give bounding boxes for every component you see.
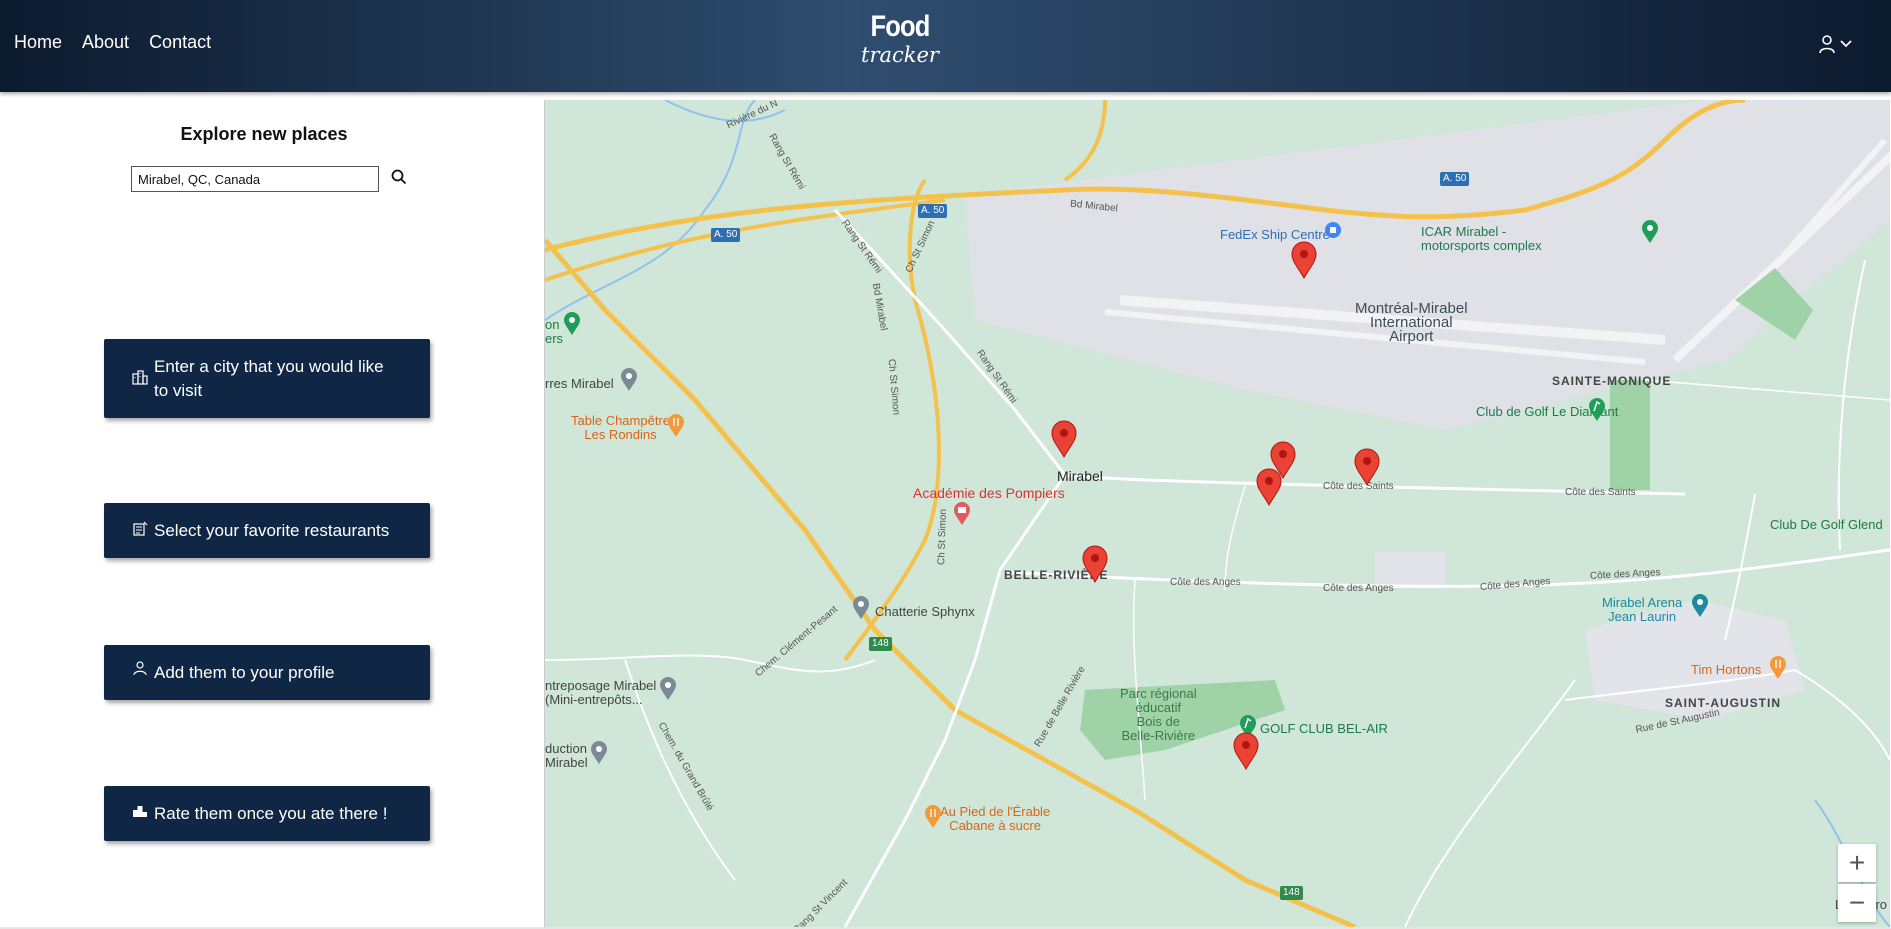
map-label-production[interactable]: duction Mirabel xyxy=(545,742,588,770)
map-shield-148: 148 xyxy=(869,637,892,651)
map-label-cote-anges-2: Côte des Anges xyxy=(1323,583,1394,594)
explore-title: Explore new places xyxy=(180,124,348,144)
brand-tracker-text: tracker xyxy=(861,43,939,67)
map-label-cote-anges: Côte des Anges xyxy=(1170,577,1241,588)
map-base xyxy=(545,100,1890,927)
step-add-profile-label: Add them to your profile xyxy=(154,662,335,682)
map-label-cote-saints-2: Côte des Saints xyxy=(1565,487,1636,498)
step-select-restaurants-label: Select your favorite restaurants xyxy=(154,520,390,540)
entreposage-pin-icon[interactable] xyxy=(659,677,677,701)
tim-hortons-pin-icon[interactable] xyxy=(1769,656,1787,680)
user-icon xyxy=(133,661,147,676)
map-label-fedex[interactable]: FedEx Ship Centre xyxy=(1220,228,1330,242)
restaurant-marker-icon[interactable] xyxy=(1051,420,1077,458)
user-menu-button[interactable] xyxy=(1818,34,1853,54)
map-label-airport[interactable]: Montréal-Mirabel International Airport xyxy=(1355,301,1468,344)
map-label-parc[interactable]: Parc régional éducatif Bois de Belle-Riv… xyxy=(1120,687,1197,743)
map-label-au-pied[interactable]: Au Pied de l'Érable Cabane à sucre xyxy=(940,805,1050,833)
icar-pin-icon[interactable] xyxy=(1641,220,1659,244)
map-label-saint-augustin: SAINT-AUGUSTIN xyxy=(1665,696,1781,710)
chevron-down-icon xyxy=(1840,40,1852,48)
brand-logo[interactable]: Food tracker xyxy=(840,10,960,66)
city-search-input[interactable] xyxy=(131,166,379,192)
map-shield-a50: A. 50 xyxy=(711,228,741,242)
map-shield-148-2: 148 xyxy=(1280,886,1303,900)
step-rate-label: Rate them once you ate there ! xyxy=(154,803,388,823)
map-label-icar[interactable]: ICAR Mirabel - motorsports complex xyxy=(1421,225,1542,253)
brand-food-text: Food xyxy=(870,10,931,43)
golf-pin-icon[interactable] xyxy=(1588,398,1606,422)
production-pin-icon[interactable] xyxy=(590,741,608,765)
arena-pin-icon[interactable] xyxy=(1691,594,1709,618)
map-label-terres-mirabel[interactable]: rres Mirabel xyxy=(545,377,614,391)
podium-icon xyxy=(133,806,147,817)
map-label-mirabel-arena[interactable]: Mirabel Arena Jean Laurin xyxy=(1602,596,1682,624)
map-label-sainte-monique: SAINTE-MONIQUE xyxy=(1552,374,1672,388)
academie-pin-icon[interactable] xyxy=(953,502,971,526)
search-icon xyxy=(391,169,407,185)
step-enter-city-label: Enter a city that you would like to visi… xyxy=(154,356,384,400)
map-label-golf-bel-air[interactable]: GOLF CLUB BEL-AIR xyxy=(1260,722,1388,736)
step-select-restaurants-button[interactable]: Select your favorite restaurants xyxy=(104,503,430,558)
top-navbar: Home About Contact Food tracker xyxy=(0,0,1891,92)
map-label-on-ers: on ers xyxy=(545,317,564,346)
map-label-table-champetre[interactable]: Table Champêtre Les Rondins xyxy=(571,414,670,442)
search-button[interactable] xyxy=(390,168,410,188)
map-label-ch-st-simon-3: Ch St Simon xyxy=(936,508,950,566)
step-enter-city-button[interactable]: Enter a city that you would like to visi… xyxy=(104,339,430,418)
restaurant-marker-icon[interactable] xyxy=(1233,732,1259,770)
map-label-club-golf-glend[interactable]: Club De Golf Glend xyxy=(1770,518,1883,532)
restaurant-marker-icon[interactable] xyxy=(1354,448,1380,486)
restaurant-marker-icon[interactable] xyxy=(1291,241,1317,279)
nav-home-link[interactable]: Home xyxy=(14,32,62,53)
restaurant-marker-icon[interactable] xyxy=(1082,545,1108,583)
nav-about-link[interactable]: About xyxy=(82,32,129,53)
sidebar-panel: Explore new places Enter a city that you… xyxy=(0,98,544,929)
restaurant-marker-icon[interactable] xyxy=(1256,468,1282,506)
fedex-pin-icon[interactable] xyxy=(1325,222,1341,238)
map-label-academie[interactable]: Académie des Pompiers xyxy=(913,486,1065,500)
city-icon xyxy=(132,370,148,385)
gray-pin-icon[interactable] xyxy=(620,368,638,392)
zoom-out-button[interactable]: − xyxy=(1838,884,1876,922)
step-rate-button[interactable]: Rate them once you ate there ! xyxy=(104,786,430,841)
map-shield-a50-3: A. 50 xyxy=(1440,172,1470,186)
map-label-entreposage[interactable]: ntreposage Mirabel (Mini-entrepôts... xyxy=(545,679,656,707)
au-pied-pin-icon[interactable] xyxy=(924,805,942,829)
nav-contact-link[interactable]: Contact xyxy=(149,32,211,53)
step-add-profile-button[interactable]: Add them to your profile xyxy=(104,645,430,700)
map-label-tim-hortons[interactable]: Tim Hortons xyxy=(1691,663,1761,677)
nav-links: Home About Contact xyxy=(14,32,211,53)
user-icon xyxy=(1819,35,1835,54)
map-label-chatterie[interactable]: Chatterie Sphynx xyxy=(875,605,975,619)
map-shield-a50-2: A. 50 xyxy=(918,204,948,218)
restaurant-pin-icon[interactable] xyxy=(667,414,685,438)
zoom-in-button[interactable]: + xyxy=(1838,844,1876,882)
map-label-mirabel: Mirabel xyxy=(1057,468,1103,484)
chatterie-pin-icon[interactable] xyxy=(852,596,870,620)
menu-icon xyxy=(133,521,148,536)
map-view[interactable]: Rivière du N Rang St Rémi Rang St Rémi R… xyxy=(544,100,1890,927)
green-pin-icon[interactable] xyxy=(563,312,581,336)
